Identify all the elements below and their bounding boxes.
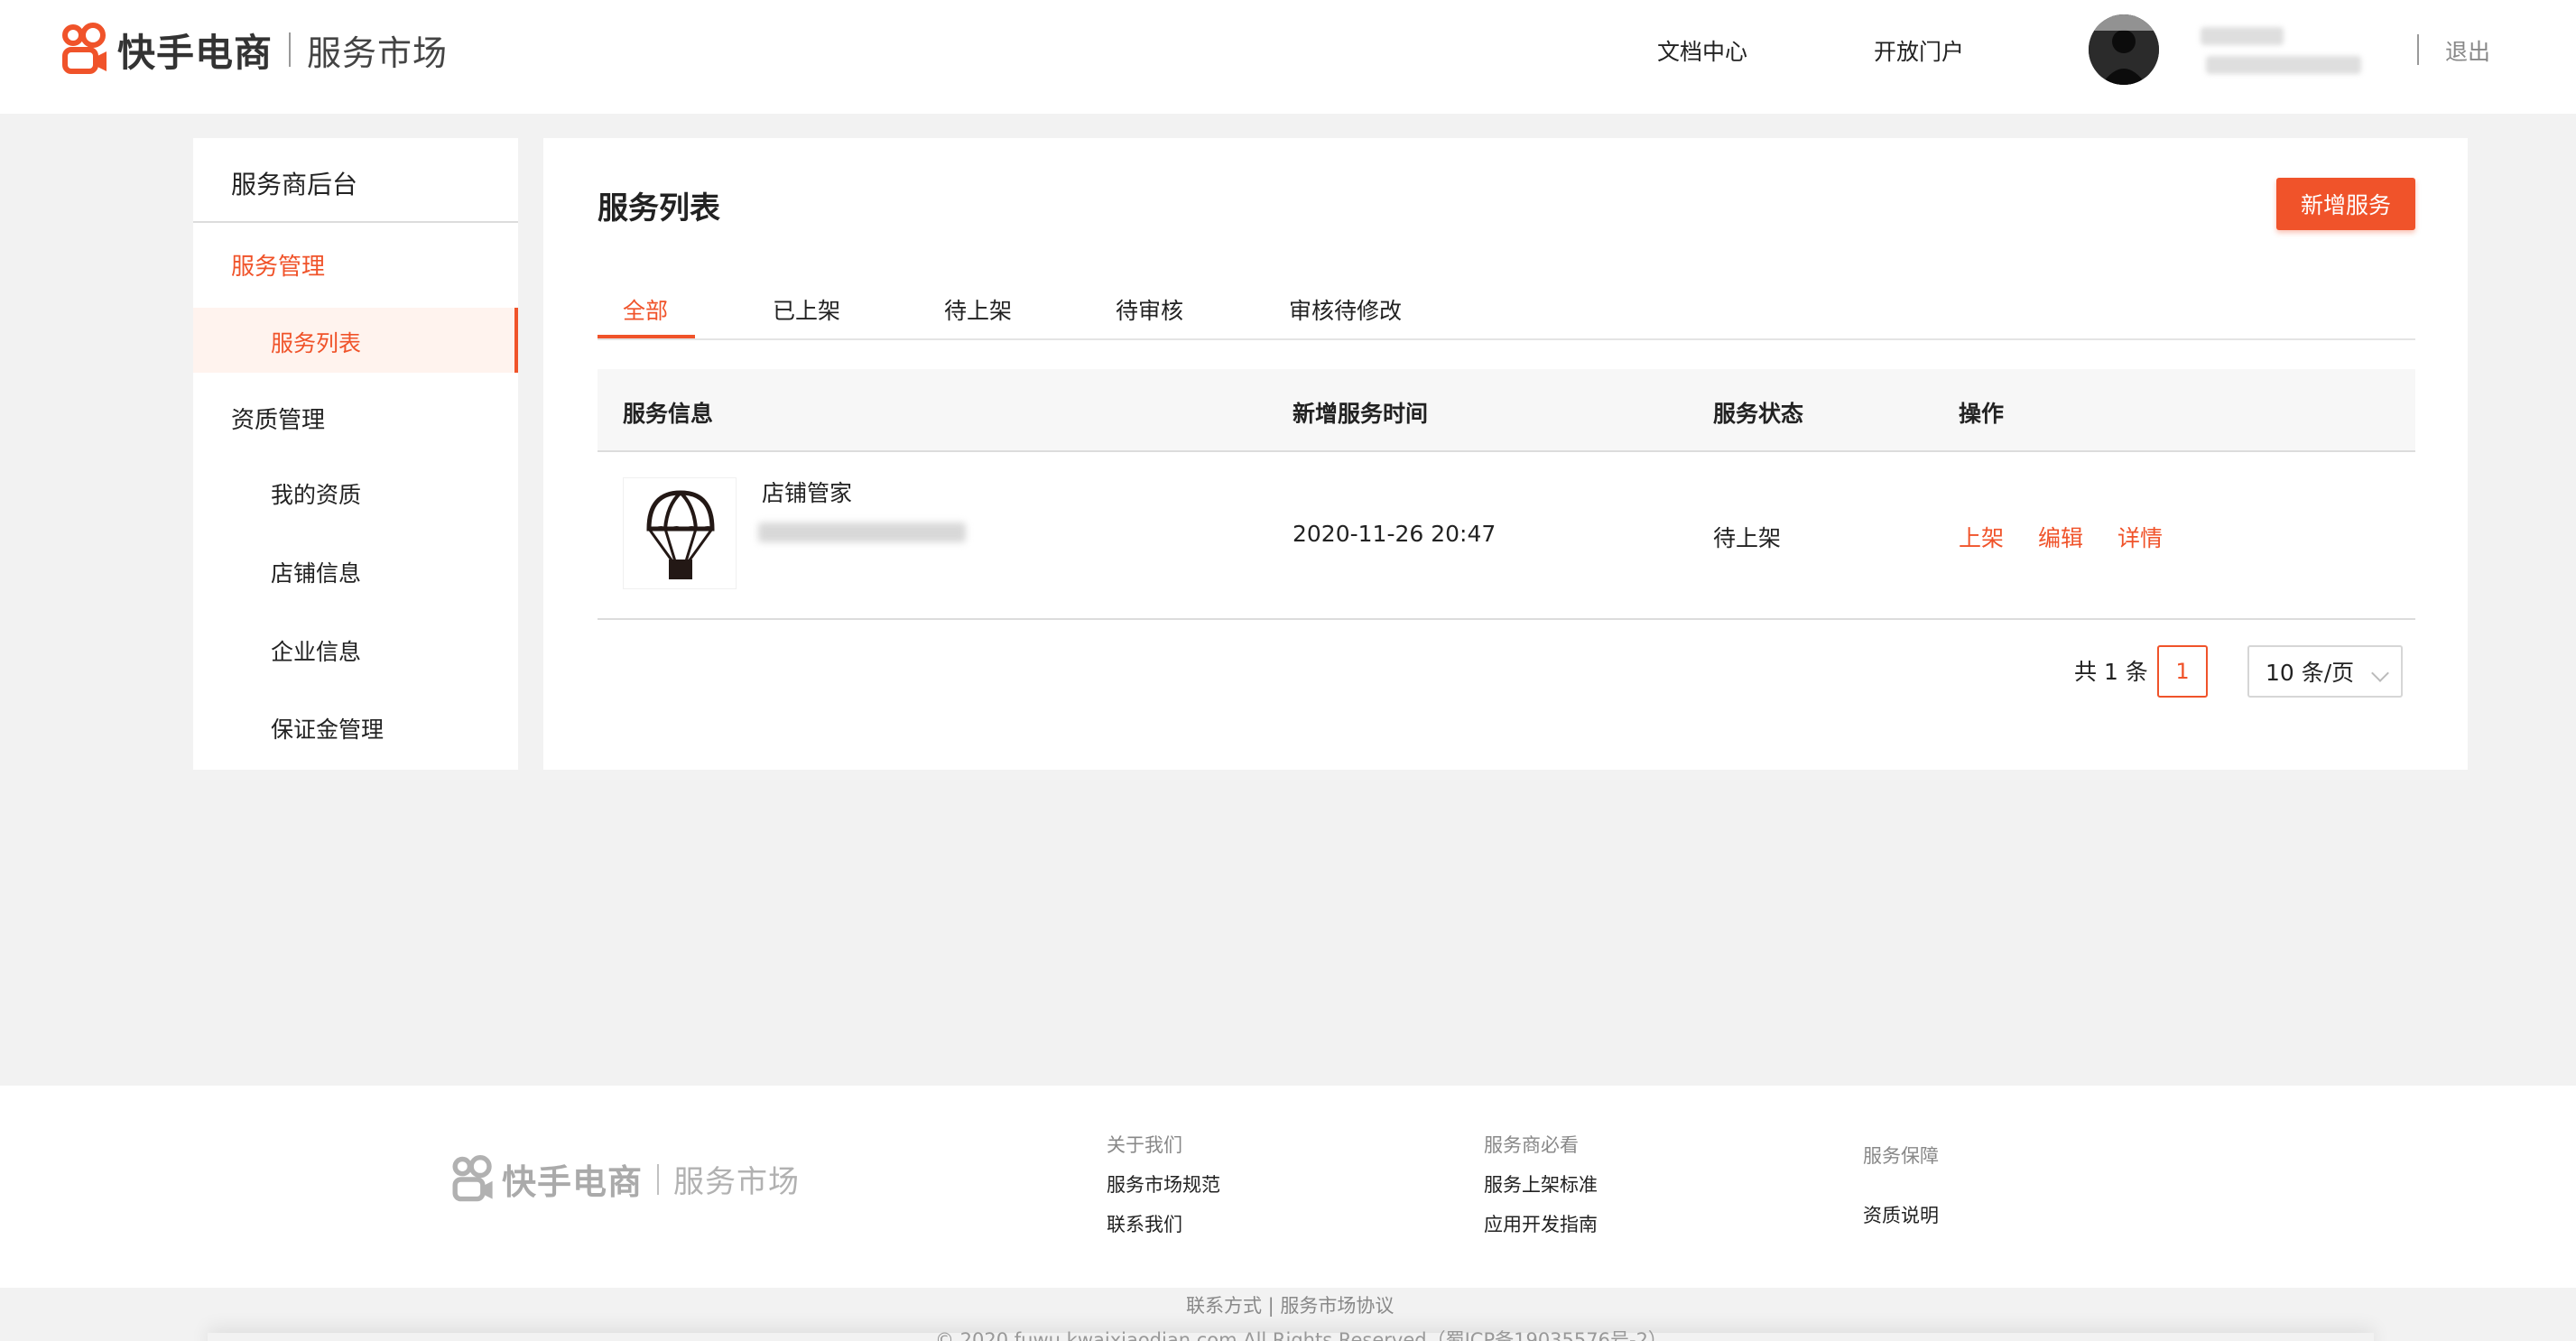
edit-service-link[interactable]: 编辑: [2038, 521, 2083, 553]
sidebar-item-deposit-management[interactable]: 保证金管理: [193, 694, 518, 759]
header-separator: [2417, 34, 2419, 65]
main-panel: 服务列表 新增服务 全部 已上架 待上架 待审核 审核待修改 服务信息 新增服务…: [543, 138, 2468, 770]
footer-logo-divider: [657, 1163, 660, 1195]
footer-logo: 快手电商 服务市场: [451, 1154, 800, 1204]
tab-pending-review[interactable]: 待审核: [1116, 293, 1183, 326]
column-created-time: 新增服务时间: [1293, 401, 1429, 427]
tab-listed[interactable]: 已上架: [773, 293, 840, 326]
service-detail-link[interactable]: 详情: [2117, 521, 2163, 553]
sidebar-item-service-list[interactable]: 服务列表: [193, 308, 518, 373]
bottom-links[interactable]: 联系方式 | 服务市场协议: [1186, 1291, 1394, 1318]
sidebar-item-shop-info[interactable]: 店铺信息: [193, 538, 518, 603]
active-tab-indicator: [598, 335, 695, 338]
user-avatar[interactable]: [2089, 14, 2159, 85]
tab-all[interactable]: 全部: [623, 293, 668, 326]
tab-review-needs-edit[interactable]: 审核待修改: [1289, 293, 1402, 326]
footer-heading-about: 关于我们: [1107, 1134, 1182, 1156]
user-name-redacted: [2201, 27, 2284, 45]
column-service-info: 服务信息: [623, 401, 714, 427]
list-service-link[interactable]: 上架: [1959, 521, 2004, 553]
brand-name: 快手电商: [117, 30, 273, 75]
sidebar-group-qualification-management[interactable]: 资质管理: [231, 402, 325, 435]
service-name[interactable]: 店铺管家: [762, 476, 852, 508]
brand-logo[interactable]: 快手电商 服务市场: [61, 22, 448, 78]
footer-heading-provider-must-read: 服务商必看: [1484, 1134, 1579, 1156]
tab-pending-listing[interactable]: 待上架: [944, 293, 1012, 326]
page-title: 服务列表: [598, 190, 720, 227]
service-thumbnail: [623, 477, 737, 589]
sidebar-item-company-info[interactable]: 企业信息: [193, 616, 518, 681]
footer-brand-subtitle: 服务市场: [673, 1164, 801, 1200]
logout-link[interactable]: 退出: [2445, 34, 2490, 67]
page-size-select[interactable]: 10 条/页: [2247, 645, 2403, 698]
nav-docs-center[interactable]: 文档中心: [1657, 34, 1747, 67]
add-service-button[interactable]: 新增服务: [2276, 178, 2415, 230]
avatar-image-icon: [2089, 14, 2159, 85]
chevron-down-icon: [2371, 664, 2389, 682]
kuaishou-logo-icon: [452, 1154, 493, 1201]
kuaishou-logo-icon: [62, 23, 107, 74]
logo-divider: [289, 32, 292, 67]
sidebar-title: 服务商后台: [231, 170, 358, 199]
sidebar: 服务商后台 服务管理 服务列表 资质管理 我的资质 店铺信息 企业信息 保证金管…: [193, 138, 518, 770]
page-size-value: 10 条/页: [2266, 660, 2355, 686]
column-status: 服务状态: [1713, 401, 1804, 427]
service-status: 待上架: [1713, 525, 1782, 551]
sidebar-item-label: 服务列表: [271, 330, 362, 356]
column-actions: 操作: [1959, 401, 2005, 427]
sidebar-item-my-qualification[interactable]: 我的资质: [193, 459, 518, 524]
top-header: 快手电商 服务市场 文档中心 开放门户 退出: [0, 0, 2576, 114]
footer-link-contact-us[interactable]: 联系我们: [1107, 1210, 1182, 1237]
sidebar-item-label: 企业信息: [271, 639, 362, 665]
footer-heading-service-guarantee: 服务保障: [1863, 1145, 1939, 1167]
pager-page-1[interactable]: 1: [2157, 645, 2208, 698]
sidebar-item-label: 我的资质: [271, 482, 362, 508]
table-row: 店铺管家 2020-11-26 20:47 待上架 上架 编辑 详情: [598, 454, 2415, 620]
brand-subtitle: 服务市场: [307, 32, 449, 73]
footer-link-market-rules[interactable]: 服务市场规范: [1107, 1170, 1220, 1198]
pager-total: 共 1 条: [2074, 659, 2148, 685]
tabs-divider: [598, 338, 2415, 340]
sidebar-divider: [193, 221, 518, 223]
sidebar-group-service-management[interactable]: 服务管理: [231, 248, 325, 282]
service-created-time: 2020-11-26 20:47: [1293, 521, 1496, 547]
user-id-redacted: [2206, 56, 2361, 74]
footer: 快手电商 服务市场 关于我们 服务市场规范 联系我们 服务商必看 服务上架标准 …: [0, 1086, 2576, 1288]
copyright-text: © 2020 fuwu.kwaixiaodian.com All Rights …: [935, 1329, 1667, 1341]
footer-link-qualification-info[interactable]: 资质说明: [1863, 1201, 1939, 1228]
sidebar-item-label: 保证金管理: [271, 717, 385, 743]
nav-open-portal[interactable]: 开放门户: [1874, 34, 1964, 67]
footer-brand-name: 快手电商: [502, 1162, 644, 1202]
footer-link-dev-guide[interactable]: 应用开发指南: [1484, 1210, 1598, 1237]
table-header: 服务信息 新增服务时间 服务状态 操作: [598, 369, 2415, 452]
bottom-bar: 联系方式 | 服务市场协议 © 2020 fuwu.kwaixiaodian.c…: [0, 1288, 2576, 1341]
sidebar-item-label: 店铺信息: [271, 560, 362, 587]
service-desc-redacted: [758, 523, 966, 542]
footer-link-listing-standard[interactable]: 服务上架标准: [1484, 1170, 1598, 1198]
parachute-icon: [646, 490, 715, 579]
